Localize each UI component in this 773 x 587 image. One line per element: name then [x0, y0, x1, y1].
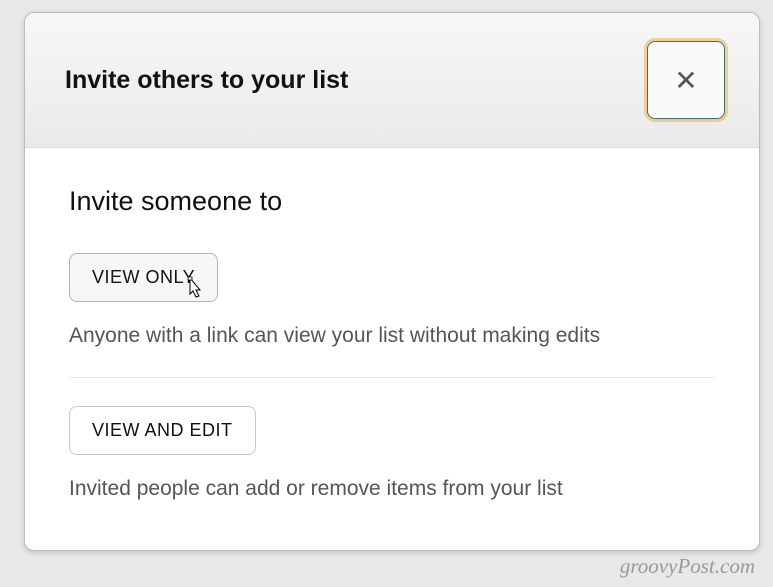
close-icon: ✕: [674, 64, 697, 97]
options-divider: [69, 377, 715, 378]
modal-header: Invite others to your list ✕: [25, 13, 759, 148]
view-only-button[interactable]: VIEW ONLY: [69, 253, 218, 302]
close-button[interactable]: ✕: [647, 41, 725, 119]
view-only-description: Anyone with a link can view your list wi…: [69, 320, 715, 353]
modal-body: Invite someone to VIEW ONLY Anyone with …: [25, 148, 759, 549]
view-and-edit-button[interactable]: VIEW AND EDIT: [69, 406, 256, 455]
invite-modal: Invite others to your list ✕ Invite some…: [24, 12, 760, 551]
modal-title: Invite others to your list: [65, 66, 348, 95]
watermark-text: groovyPost.com: [620, 554, 755, 579]
view-and-edit-description: Invited people can add or remove items f…: [69, 473, 715, 506]
modal-subtitle: Invite someone to: [69, 186, 715, 217]
